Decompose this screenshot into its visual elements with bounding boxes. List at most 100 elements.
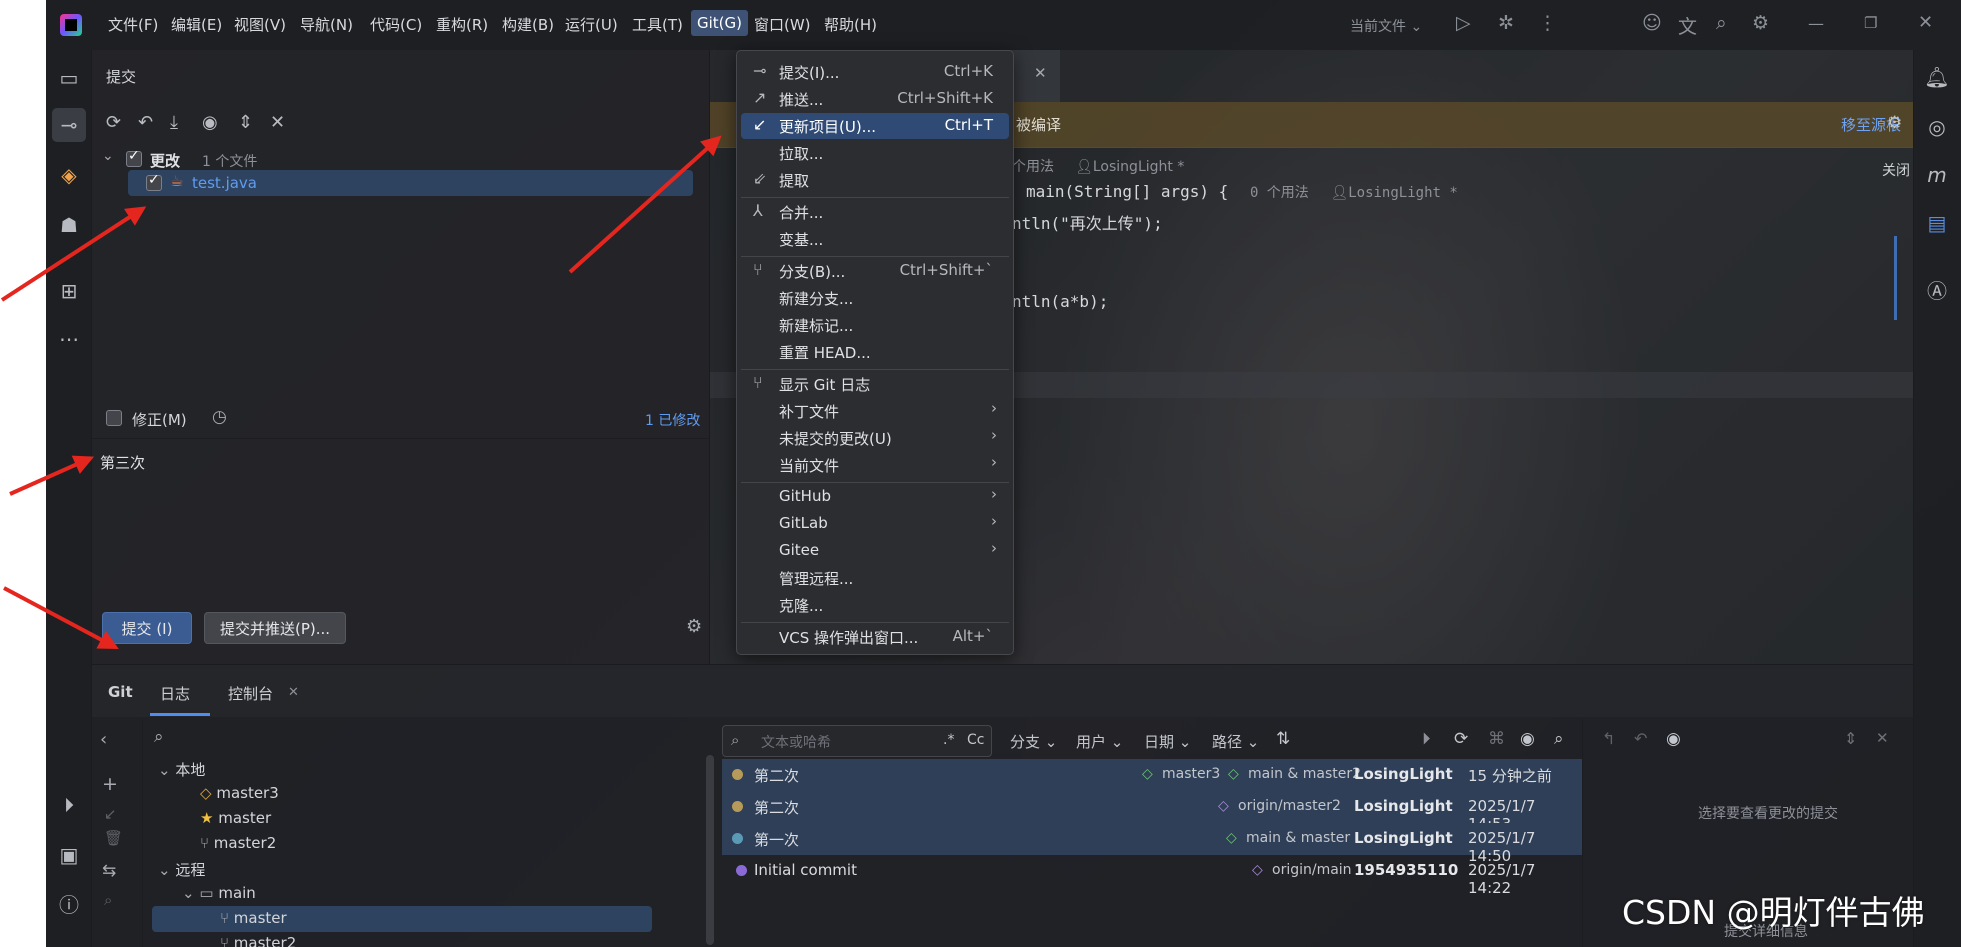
- debug-icon[interactable]: ✲: [1498, 12, 1514, 34]
- sort-icon[interactable]: ⇅: [1276, 729, 1290, 749]
- git-menu-reset-head[interactable]: 重置 HEAD...: [741, 339, 1009, 365]
- git-menu-branches[interactable]: ⑂ 分支(B)... Ctrl+Shift+`: [741, 258, 1009, 284]
- compare-icon[interactable]: ⇆: [102, 861, 116, 881]
- git-menu-patch[interactable]: 补丁文件 ›: [741, 398, 1009, 424]
- tree-scrollbar[interactable]: [706, 755, 714, 945]
- branch-search-icon[interactable]: ⌕: [154, 727, 164, 747]
- run-icon[interactable]: ▷: [1456, 12, 1471, 34]
- search-icon[interactable]: ⌕: [1716, 12, 1727, 34]
- commit-settings-icon[interactable]: ⚙: [686, 616, 702, 637]
- run-config-selector[interactable]: 当前文件 ⌄: [1350, 16, 1422, 36]
- menu-tools[interactable]: 工具(T): [632, 14, 683, 35]
- git-menu-rebase[interactable]: 变基...: [741, 226, 1009, 252]
- menu-code[interactable]: 代码(C): [370, 14, 422, 35]
- git-menu-show-log[interactable]: ⑂ 显示 Git 日志: [741, 371, 1009, 397]
- git-menu-github[interactable]: GitHub ›: [741, 484, 1009, 510]
- tree-remote-branch-master2[interactable]: ⑂ master2: [220, 934, 296, 947]
- tree-local-branch-master[interactable]: ★ master: [200, 809, 271, 827]
- tab-console[interactable]: 控制台: [228, 683, 273, 704]
- menu-git[interactable]: Git(G): [691, 10, 748, 36]
- commit-message-input[interactable]: 第三次: [92, 440, 710, 640]
- git-menu-merge[interactable]: ⅄ 合并...: [741, 199, 1009, 225]
- more-icon[interactable]: ⋮: [1538, 12, 1557, 34]
- close-window-icon[interactable]: ✕: [1918, 12, 1933, 33]
- git-menu-commit[interactable]: ⊸ 提交(I)... Ctrl+K: [741, 59, 1009, 85]
- project-folder-icon[interactable]: ▭: [56, 65, 82, 91]
- code-line-print-product[interactable]: ntln(a*b);: [1012, 292, 1108, 311]
- log-row[interactable]: 第一次 ◇ main & master LosingLight 2025/1/7…: [722, 823, 1582, 865]
- tree-remote-group[interactable]: ⌄ ▭ main: [182, 884, 256, 902]
- collapse-all-icon[interactable]: ✕: [270, 112, 285, 133]
- collapse-panel-icon[interactable]: ‹: [100, 729, 107, 750]
- git-menu-fetch[interactable]: ⇙ 提取: [741, 167, 1009, 193]
- changes-toggle-icon[interactable]: ⌄: [102, 148, 114, 164]
- menu-file[interactable]: 文件(F): [108, 14, 158, 35]
- filter-date[interactable]: 日期 ⌄: [1144, 731, 1191, 752]
- more-tools-icon[interactable]: ⋯: [56, 326, 82, 352]
- view-options-eye-icon[interactable]: ◉: [1520, 729, 1535, 749]
- add-user-icon[interactable]: ☺: [1642, 12, 1662, 34]
- git-menu-vcs-popup[interactable]: VCS 操作弹出窗口... Alt+`: [741, 624, 1009, 650]
- tree-local[interactable]: ⌄ 本地: [158, 759, 205, 780]
- menu-run[interactable]: 运行(U): [565, 14, 618, 35]
- regex-toggle[interactable]: .*: [943, 732, 954, 748]
- rollback-icon[interactable]: ↶: [138, 112, 153, 133]
- database-icon[interactable]: ▤: [1924, 210, 1950, 236]
- console-tab-close-icon[interactable]: ✕: [288, 685, 299, 700]
- git-menu-manage-remotes[interactable]: 管理远程...: [741, 565, 1009, 591]
- log-search-input[interactable]: ⌕ 文本或哈希 .* Cc: [722, 725, 992, 757]
- banner-settings-icon[interactable]: ⚙: [1887, 113, 1902, 133]
- git-menu-push[interactable]: ↗ 推送... Ctrl+Shift+K: [741, 86, 1009, 112]
- details-collapse-icon[interactable]: ✕: [1876, 729, 1889, 747]
- git-menu-pull[interactable]: 拉取...: [741, 140, 1009, 166]
- tab-git[interactable]: Git: [108, 683, 133, 701]
- log-row[interactable]: 第二次 ◇ master3 ◇ main & master2 LosingLig…: [722, 759, 1582, 791]
- file-checkbox[interactable]: [146, 172, 162, 191]
- commit-and-push-button[interactable]: 提交并推送(P)...: [204, 612, 346, 644]
- plugin-icon[interactable]: ☗: [56, 212, 82, 238]
- modified-count-link[interactable]: 1 已修改: [645, 410, 700, 430]
- details-expand-icon[interactable]: ⇕: [1844, 729, 1857, 748]
- git-menu-new-branch[interactable]: 新建分支...: [741, 285, 1009, 311]
- tree-local-branch-master2[interactable]: ⑂ master2: [200, 834, 276, 852]
- refresh-icon[interactable]: ⟳: [106, 112, 121, 133]
- commit-tool-icon[interactable]: ⊸: [52, 108, 86, 142]
- services-icon[interactable]: ⏵: [56, 792, 82, 818]
- match-case-toggle[interactable]: Cc: [967, 732, 984, 748]
- menu-refactor[interactable]: 重构(R): [436, 14, 488, 35]
- translate-icon[interactable]: 文: [1678, 12, 1697, 39]
- menu-window[interactable]: 窗口(W): [754, 14, 811, 35]
- tree-remote-branch-master[interactable]: ⑂ master: [220, 909, 287, 927]
- close-banner-link[interactable]: 关闭: [1882, 160, 1910, 180]
- tree-remote[interactable]: ⌄ 远程: [158, 859, 205, 880]
- log-find-icon[interactable]: ⌕: [1554, 729, 1564, 749]
- git-menu-uncommitted[interactable]: 未提交的更改(U) ›: [741, 425, 1009, 451]
- git-menu-new-tag[interactable]: 新建标记...: [741, 312, 1009, 338]
- git-menu-clone[interactable]: 克隆...: [741, 592, 1009, 618]
- log-row[interactable]: 第二次 ◇ origin/master2 LosingLight 2025/1/…: [722, 791, 1582, 833]
- tree-local-branch-master3[interactable]: ◇ master3: [200, 784, 279, 802]
- amend-checkbox[interactable]: [106, 410, 122, 426]
- learn-icon[interactable]: ◈: [56, 162, 82, 188]
- translate-panel-icon[interactable]: Ⓐ: [1924, 278, 1950, 304]
- menu-view[interactable]: 视图(V): [234, 14, 286, 35]
- details-eye-icon[interactable]: ◉: [1666, 729, 1681, 749]
- code-line-print-upload[interactable]: ntln("再次上传");: [1012, 210, 1163, 234]
- filter-path[interactable]: 路径 ⌄: [1212, 731, 1259, 752]
- git-menu-gitlab[interactable]: GitLab ›: [741, 511, 1009, 537]
- git-menu-current-file[interactable]: 当前文件 ›: [741, 452, 1009, 478]
- tab-log[interactable]: 日志: [160, 683, 190, 704]
- structure-icon[interactable]: ⊞: [56, 278, 82, 304]
- file-row[interactable]: ☕ test.java: [128, 170, 693, 196]
- menu-navigate[interactable]: 导航(N): [300, 14, 353, 35]
- problems-icon[interactable]: ⓘ: [56, 892, 82, 918]
- history-clock-icon[interactable]: ◷: [212, 407, 227, 427]
- git-menu-update-project[interactable]: ↙ 更新项目(U)... Ctrl+T: [741, 113, 1009, 139]
- changes-checkbox[interactable]: [126, 148, 142, 167]
- ai-assistant-icon[interactable]: ◎: [1924, 114, 1950, 140]
- editor-tab-close-icon[interactable]: ✕: [1034, 64, 1047, 82]
- terminal-icon[interactable]: ▣: [56, 842, 82, 868]
- filter-user[interactable]: 用户 ⌄: [1076, 731, 1123, 752]
- maven-icon[interactable]: m: [1924, 162, 1950, 188]
- preview-eye-icon[interactable]: ◉: [202, 112, 218, 133]
